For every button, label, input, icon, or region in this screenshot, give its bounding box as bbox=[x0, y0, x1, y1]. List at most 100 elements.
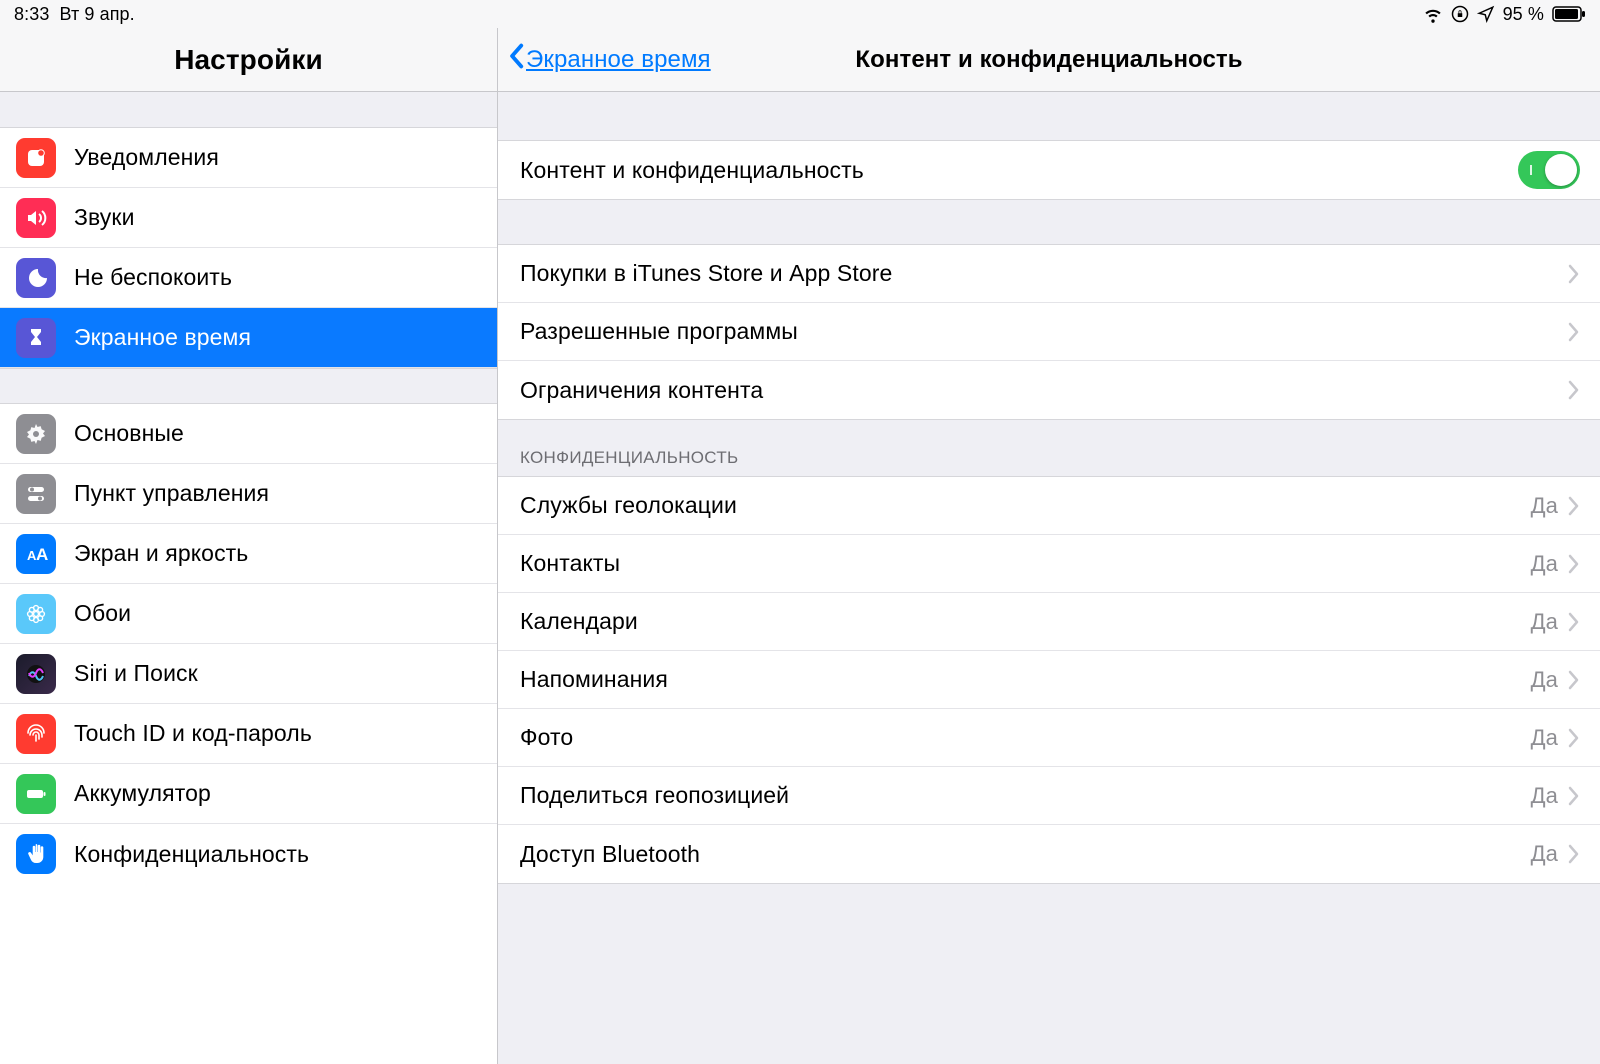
sidebar: Настройки Уведомления Звуки Не беспокоить Э… bbox=[0, 28, 498, 1064]
chevron-right-icon bbox=[1568, 496, 1580, 516]
row-value: Да bbox=[1531, 493, 1558, 519]
row-label: Разрешенные программы bbox=[520, 318, 1568, 345]
chevron-right-icon bbox=[1568, 322, 1580, 342]
flower-icon bbox=[16, 594, 56, 634]
sidebar-item-label: Пункт управления bbox=[74, 480, 269, 507]
back-label: Экранное время bbox=[526, 46, 711, 74]
settings-row[interactable]: НапоминанияДа bbox=[498, 651, 1600, 709]
settings-row[interactable]: Ограничения контента bbox=[498, 361, 1600, 419]
row-value: Да bbox=[1531, 841, 1558, 867]
chevron-left-icon bbox=[508, 43, 524, 76]
wifi-icon bbox=[1423, 4, 1443, 24]
sidebar-gap bbox=[0, 92, 497, 128]
sidebar-item-label: Экранное время bbox=[74, 324, 251, 351]
speaker-icon bbox=[16, 198, 56, 238]
toggles-icon bbox=[16, 474, 56, 514]
sidebar-item-label: Аккумулятор bbox=[74, 780, 211, 807]
hourglass-icon bbox=[16, 318, 56, 358]
row-label: Службы геолокации bbox=[520, 492, 1531, 519]
notifications-icon bbox=[16, 138, 56, 178]
gear-icon bbox=[16, 414, 56, 454]
hand-icon bbox=[16, 834, 56, 874]
sidebar-item-wallpaper[interactable]: Обои bbox=[0, 584, 497, 644]
back-button[interactable]: Экранное время bbox=[508, 43, 711, 76]
chevron-right-icon bbox=[1568, 612, 1580, 632]
detail-title: Контент и конфиденциальность bbox=[855, 46, 1242, 74]
settings-row: Контент и конфиденциальность bbox=[498, 141, 1600, 199]
sidebar-item-label: Обои bbox=[74, 600, 131, 627]
sidebar-item-siri[interactable]: Siri и Поиск bbox=[0, 644, 497, 704]
status-icons: 95 % bbox=[1423, 4, 1586, 25]
row-label: Календари bbox=[520, 608, 1531, 635]
fingerprint-icon bbox=[16, 714, 56, 754]
sidebar-item-label: Конфиденциальность bbox=[74, 841, 309, 868]
row-label: Доступ Bluetooth bbox=[520, 841, 1531, 868]
settings-row[interactable]: Поделиться геопозициейДа bbox=[498, 767, 1600, 825]
section-header: КОНФИДЕНЦИАЛЬНОСТЬ bbox=[498, 420, 1600, 476]
moon-icon bbox=[16, 258, 56, 298]
battery-icon bbox=[16, 774, 56, 814]
chevron-right-icon bbox=[1568, 728, 1580, 748]
sidebar-item-label: Звуки bbox=[74, 204, 135, 231]
settings-group: Контент и конфиденциальность bbox=[498, 140, 1600, 200]
settings-group: Покупки в iTunes Store и App Store Разреш… bbox=[498, 244, 1600, 420]
sidebar-item-touchid[interactable]: Touch ID и код-пароль bbox=[0, 704, 497, 764]
row-label: Фото bbox=[520, 724, 1531, 751]
svg-text:A: A bbox=[36, 545, 48, 564]
settings-row[interactable]: КалендариДа bbox=[498, 593, 1600, 651]
sidebar-item-notifications[interactable]: Уведомления bbox=[0, 128, 497, 188]
sidebar-item-label: Не беспокоить bbox=[74, 264, 232, 291]
battery-percent: 95 % bbox=[1503, 4, 1544, 25]
row-label: Напоминания bbox=[520, 666, 1531, 693]
status-bar: 8:33 Вт 9 апр. 95 % bbox=[0, 0, 1600, 28]
sidebar-title: Настройки bbox=[0, 28, 497, 92]
sidebar-item-screentime[interactable]: Экранное время bbox=[0, 308, 497, 368]
chevron-right-icon bbox=[1568, 264, 1580, 284]
orientation-lock-icon bbox=[1451, 5, 1469, 23]
text-icon: AA bbox=[16, 534, 56, 574]
row-label: Покупки в iTunes Store и App Store bbox=[520, 260, 1568, 287]
toggle-switch[interactable] bbox=[1518, 151, 1580, 189]
settings-group: Службы геолокацииДаКонтактыДаКалендариДа… bbox=[498, 476, 1600, 884]
row-label: Контакты bbox=[520, 550, 1531, 577]
sidebar-item-label: Siri и Поиск bbox=[74, 660, 198, 687]
sidebar-item-general[interactable]: Основные bbox=[0, 404, 497, 464]
settings-row[interactable]: ФотоДа bbox=[498, 709, 1600, 767]
chevron-right-icon bbox=[1568, 786, 1580, 806]
sidebar-item-battery[interactable]: Аккумулятор bbox=[0, 764, 497, 824]
chevron-right-icon bbox=[1568, 670, 1580, 690]
settings-row[interactable]: КонтактыДа bbox=[498, 535, 1600, 593]
sidebar-item-label: Уведомления bbox=[74, 144, 219, 171]
chevron-right-icon bbox=[1568, 380, 1580, 400]
sidebar-item-privacy[interactable]: Конфиденциальность bbox=[0, 824, 497, 884]
row-value: Да bbox=[1531, 783, 1558, 809]
row-label: Поделиться геопозицией bbox=[520, 782, 1531, 809]
row-label: Контент и конфиденциальность bbox=[520, 157, 1518, 184]
chevron-right-icon bbox=[1568, 554, 1580, 574]
sidebar-item-label: Экран и яркость bbox=[74, 540, 248, 567]
detail-header: Экранное время Контент и конфиденциально… bbox=[498, 28, 1600, 92]
location-icon bbox=[1477, 5, 1495, 23]
sidebar-item-label: Touch ID и код-пароль bbox=[74, 720, 312, 747]
row-value: Да bbox=[1531, 551, 1558, 577]
sidebar-item-dnd[interactable]: Не беспокоить bbox=[0, 248, 497, 308]
sidebar-gap bbox=[0, 368, 497, 404]
siri-icon bbox=[16, 654, 56, 694]
settings-row[interactable]: Покупки в iTunes Store и App Store bbox=[498, 245, 1600, 303]
settings-row[interactable]: Разрешенные программы bbox=[498, 303, 1600, 361]
settings-row[interactable]: Службы геолокацииДа bbox=[498, 477, 1600, 535]
battery-icon bbox=[1552, 6, 1586, 22]
sidebar-item-control[interactable]: Пункт управления bbox=[0, 464, 497, 524]
sidebar-item-label: Основные bbox=[74, 420, 184, 447]
row-value: Да bbox=[1531, 725, 1558, 751]
sidebar-item-sounds[interactable]: Звуки bbox=[0, 188, 497, 248]
status-time: 8:33 bbox=[14, 4, 49, 25]
row-value: Да bbox=[1531, 667, 1558, 693]
detail-pane: Экранное время Контент и конфиденциально… bbox=[498, 28, 1600, 1064]
sidebar-item-display[interactable]: AA Экран и яркость bbox=[0, 524, 497, 584]
row-label: Ограничения контента bbox=[520, 377, 1568, 404]
chevron-right-icon bbox=[1568, 844, 1580, 864]
settings-row[interactable]: Доступ BluetoothДа bbox=[498, 825, 1600, 883]
row-value: Да bbox=[1531, 609, 1558, 635]
status-date: Вт 9 апр. bbox=[59, 4, 134, 25]
